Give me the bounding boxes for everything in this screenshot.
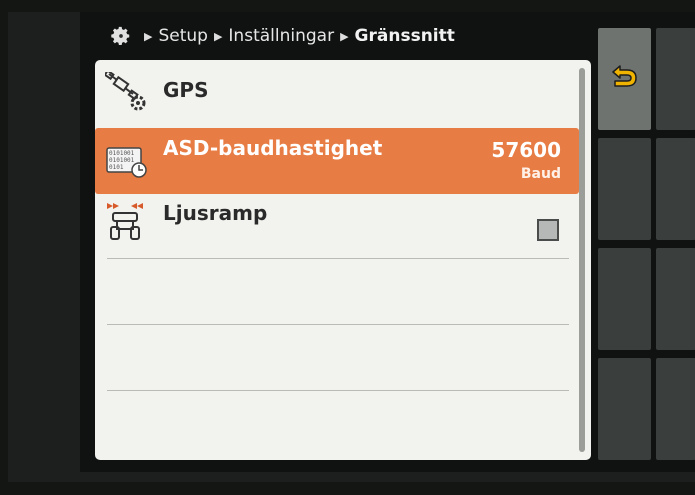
softkey-empty[interactable] (656, 28, 695, 130)
scrollbar-thumb[interactable] (579, 68, 585, 452)
breadcrumb-separator-icon: ▶ (340, 29, 349, 43)
softkey-column (598, 28, 695, 460)
baud-rate-unit: Baud (520, 166, 561, 182)
return-arrow-icon (612, 65, 637, 87)
list-divider (107, 324, 569, 325)
softkey-empty[interactable] (656, 138, 695, 240)
menu-item-ljusramp[interactable]: Ljusramp (95, 197, 579, 263)
breadcrumb-separator-icon: ▶ (144, 29, 153, 43)
asd-baud-rate-icon: 0101001 0101001 0101 (106, 147, 147, 178)
list-scrollbar[interactable] (579, 68, 585, 452)
settings-list-panel: GPS 0101001 0101001 0101 ASD-baudhastigh… (95, 60, 591, 460)
svg-text:0101001: 0101001 (109, 157, 135, 164)
menu-item-label: Ljusramp (163, 201, 268, 225)
gps-satellite-gear-icon (105, 72, 146, 111)
softkey-empty[interactable] (598, 138, 651, 240)
breadcrumb-installningar[interactable]: Inställningar (228, 26, 334, 46)
menu-item-label: GPS (163, 78, 209, 102)
softkey-empty[interactable] (598, 358, 651, 460)
breadcrumb: ▶ Setup ▶ Inställningar ▶ Gränssnitt (92, 14, 592, 58)
list-divider (107, 390, 569, 391)
baud-rate-value: 57600 (491, 138, 561, 162)
back-softkey[interactable] (598, 28, 651, 130)
menu-item-label: ASD-baudhastighet (163, 136, 383, 160)
light-ramp-icon (107, 203, 143, 240)
softkey-empty[interactable] (656, 248, 695, 350)
svg-text:0101001: 0101001 (109, 150, 135, 157)
softkey-empty[interactable] (598, 248, 651, 350)
ljusramp-checkbox[interactable] (537, 219, 559, 241)
settings-gear-icon[interactable] (110, 25, 132, 47)
list-divider (107, 258, 569, 259)
menu-item-asd-baudhastighet[interactable]: 0101001 0101001 0101 ASD-baudhastighet 5… (95, 128, 579, 194)
breadcrumb-separator-icon: ▶ (213, 29, 223, 43)
breadcrumb-gransnitt: Gränssnitt (354, 26, 455, 46)
svg-text:0101: 0101 (109, 164, 124, 171)
menu-item-gps[interactable]: GPS (95, 60, 579, 122)
softkey-empty[interactable] (656, 358, 695, 460)
breadcrumb-setup[interactable]: Setup (158, 26, 207, 46)
